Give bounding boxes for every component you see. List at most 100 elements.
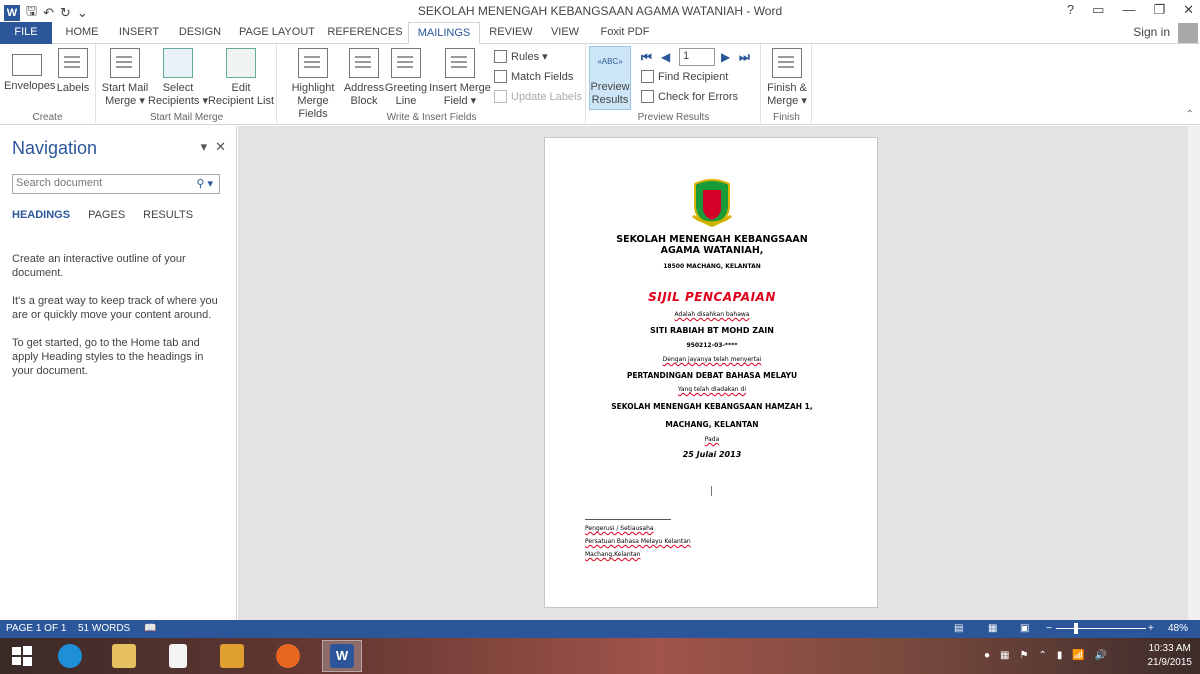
- taskbar-firefox[interactable]: [268, 640, 308, 672]
- volume-icon[interactable]: 🔊: [1095, 650, 1107, 661]
- tab-page-layout[interactable]: PAGE LAYOUT: [234, 22, 320, 44]
- minimize-icon[interactable]: —: [1122, 2, 1135, 18]
- vertical-scrollbar[interactable]: [1188, 126, 1200, 620]
- venue-line-1: SEKOLAH MENENGAH KEBANGSAAN HAMZAH 1,: [611, 402, 813, 411]
- taskbar-app[interactable]: [212, 640, 252, 672]
- group-label-create: Create: [32, 112, 63, 123]
- web-layout-icon[interactable]: ▣: [1020, 623, 1029, 634]
- sign-in-link[interactable]: Sign in: [1133, 25, 1170, 39]
- nav-help-para-2: It's a great way to keep track of where …: [12, 295, 218, 321]
- tab-view[interactable]: VIEW: [542, 22, 588, 44]
- update-labels-button[interactable]: Update Labels: [494, 90, 582, 103]
- navigation-controls: ▾ ✕: [201, 139, 226, 155]
- tab-headings[interactable]: HEADINGS: [12, 209, 70, 221]
- search-document-input[interactable]: Search document ⚲ ▾: [12, 174, 220, 194]
- read-mode-icon[interactable]: ▤: [954, 623, 963, 634]
- search-icon[interactable]: ⚲ ▾: [196, 177, 213, 190]
- find-recipient-button[interactable]: Find Recipient: [641, 70, 728, 83]
- tab-foxit-pdf[interactable]: Foxit PDF: [592, 22, 658, 44]
- greeting-line-button[interactable]: Greeting Line: [384, 48, 428, 108]
- zoom-out-button[interactable]: −: [1046, 623, 1052, 634]
- rules-button[interactable]: Rules ▾: [494, 50, 548, 63]
- zoom-in-button[interactable]: +: [1148, 623, 1154, 634]
- document-area[interactable]: SEKOLAH MENENGAH KEBANGSAAN AGAMA WATANI…: [238, 126, 1188, 620]
- close-pane-icon[interactable]: ✕: [215, 139, 226, 155]
- address-block-button[interactable]: Address Block: [342, 48, 386, 108]
- taskbar-internet-explorer[interactable]: [50, 640, 90, 672]
- previous-record-icon[interactable]: ◀: [661, 50, 670, 64]
- ribbon-display-icon[interactable]: ▭: [1092, 2, 1104, 18]
- zoom-slider-knob[interactable]: [1074, 623, 1078, 634]
- tray-app-icon[interactable]: ●: [984, 650, 990, 661]
- select-recipients-button[interactable]: Select Recipients ▾: [147, 48, 209, 108]
- help-icon[interactable]: ?: [1067, 2, 1074, 18]
- taskbar-blank-document[interactable]: [158, 640, 198, 672]
- app-icon: [220, 644, 244, 668]
- record-number-input[interactable]: 1: [679, 48, 715, 66]
- group-finish: Finish & Merge ▾ Finish: [762, 44, 812, 125]
- document-icon: [169, 644, 187, 668]
- tab-home[interactable]: HOME: [56, 22, 108, 44]
- match-fields-button[interactable]: Match Fields: [494, 70, 573, 83]
- taskbar-file-explorer[interactable]: [104, 640, 144, 672]
- title-bar: W 🖫 ↶ ↻ ⌄ SEKOLAH MENENGAH KEBANGSAAN AG…: [0, 0, 1200, 22]
- first-record-icon[interactable]: ⏮: [641, 50, 652, 65]
- tray-network-icon[interactable]: ▦: [1000, 650, 1009, 661]
- pane-options-icon[interactable]: ▾: [201, 139, 208, 155]
- tab-references[interactable]: REFERENCES: [324, 22, 406, 44]
- page-count[interactable]: PAGE 1 OF 1: [6, 623, 66, 634]
- collapse-ribbon-icon[interactable]: ⌃: [1186, 109, 1194, 120]
- insert-merge-field-button[interactable]: Insert Merge Field ▾: [428, 48, 492, 108]
- taskbar-word[interactable]: W: [322, 640, 362, 672]
- preview-abc-icon: «ABC»: [597, 57, 623, 66]
- finish-merge-button[interactable]: Finish & Merge ▾: [764, 48, 810, 108]
- start-mail-merge-button[interactable]: Start Mail Merge ▾: [99, 48, 151, 108]
- tab-results[interactable]: RESULTS: [143, 209, 193, 221]
- word-count[interactable]: 51 WORDS: [78, 623, 130, 634]
- group-label-start-mail-merge: Start Mail Merge: [149, 112, 224, 123]
- print-layout-icon[interactable]: ▦: [988, 623, 997, 634]
- tab-file[interactable]: FILE: [0, 22, 52, 44]
- group-label-finish: Finish: [773, 112, 800, 123]
- tab-insert[interactable]: INSERT: [112, 22, 166, 44]
- envelopes-button[interactable]: Envelopes: [4, 48, 55, 93]
- match-fields-icon: [494, 70, 507, 83]
- people-icon: [163, 48, 193, 78]
- clock[interactable]: 10:33 AM 21/9/2015: [1148, 642, 1193, 670]
- start-button[interactable]: [2, 640, 42, 672]
- zoom-slider-track[interactable]: [1056, 628, 1146, 629]
- edit-recipient-list-button[interactable]: Edit Recipient List: [207, 48, 275, 108]
- close-icon[interactable]: ✕: [1183, 2, 1194, 18]
- address-block-icon: [349, 48, 379, 78]
- battery-icon[interactable]: ▮: [1057, 650, 1063, 661]
- group-preview-results: «ABC» Preview Results ⏮ ◀ 1 ▶ ⏭ Find Rec…: [587, 44, 761, 125]
- internet-explorer-icon: [58, 644, 82, 668]
- proofing-icon[interactable]: 📖: [144, 623, 156, 634]
- tray-show-hidden-icon[interactable]: ⌃: [1038, 650, 1046, 661]
- tab-mailings[interactable]: MAILINGS: [408, 22, 480, 45]
- labels-button[interactable]: Labels: [54, 48, 92, 95]
- last-record-icon[interactable]: ⏭: [739, 50, 750, 65]
- firefox-icon: [276, 644, 300, 668]
- tray-flag-icon[interactable]: ⚑: [1020, 650, 1029, 661]
- highlight-merge-fields-button[interactable]: Highlight Merge Fields: [282, 48, 344, 121]
- tab-review[interactable]: REVIEW: [484, 22, 538, 44]
- tab-pages[interactable]: PAGES: [88, 209, 125, 221]
- wifi-icon[interactable]: 📶: [1072, 650, 1084, 661]
- check-errors-button[interactable]: Check for Errors: [641, 90, 738, 103]
- word-icon: W: [330, 644, 354, 668]
- system-tray: ● ▦ ⚑ ⌃ ▮ 📶 🔊: [984, 650, 1107, 661]
- navigation-tabs: HEADINGS PAGES RESULTS: [12, 209, 193, 221]
- nav-help-para-3: To get started, go to the Home tab and a…: [12, 337, 204, 377]
- document-page[interactable]: SEKOLAH MENENGAH KEBANGSAAN AGAMA WATANI…: [544, 137, 878, 608]
- update-labels-icon: [494, 90, 507, 103]
- text-cursor: [711, 486, 712, 496]
- school-address: 18500 MACHANG, KELANTAN: [663, 263, 761, 270]
- navigation-pane: Navigation ▾ ✕ Search document ⚲ ▾ HEADI…: [0, 126, 237, 620]
- zoom-level[interactable]: 48%: [1168, 623, 1188, 634]
- avatar[interactable]: [1178, 23, 1198, 43]
- tab-design[interactable]: DESIGN: [170, 22, 230, 44]
- preview-results-button[interactable]: «ABC» Preview Results: [589, 46, 631, 110]
- restore-icon[interactable]: ❐: [1153, 2, 1165, 18]
- next-record-icon[interactable]: ▶: [721, 50, 730, 64]
